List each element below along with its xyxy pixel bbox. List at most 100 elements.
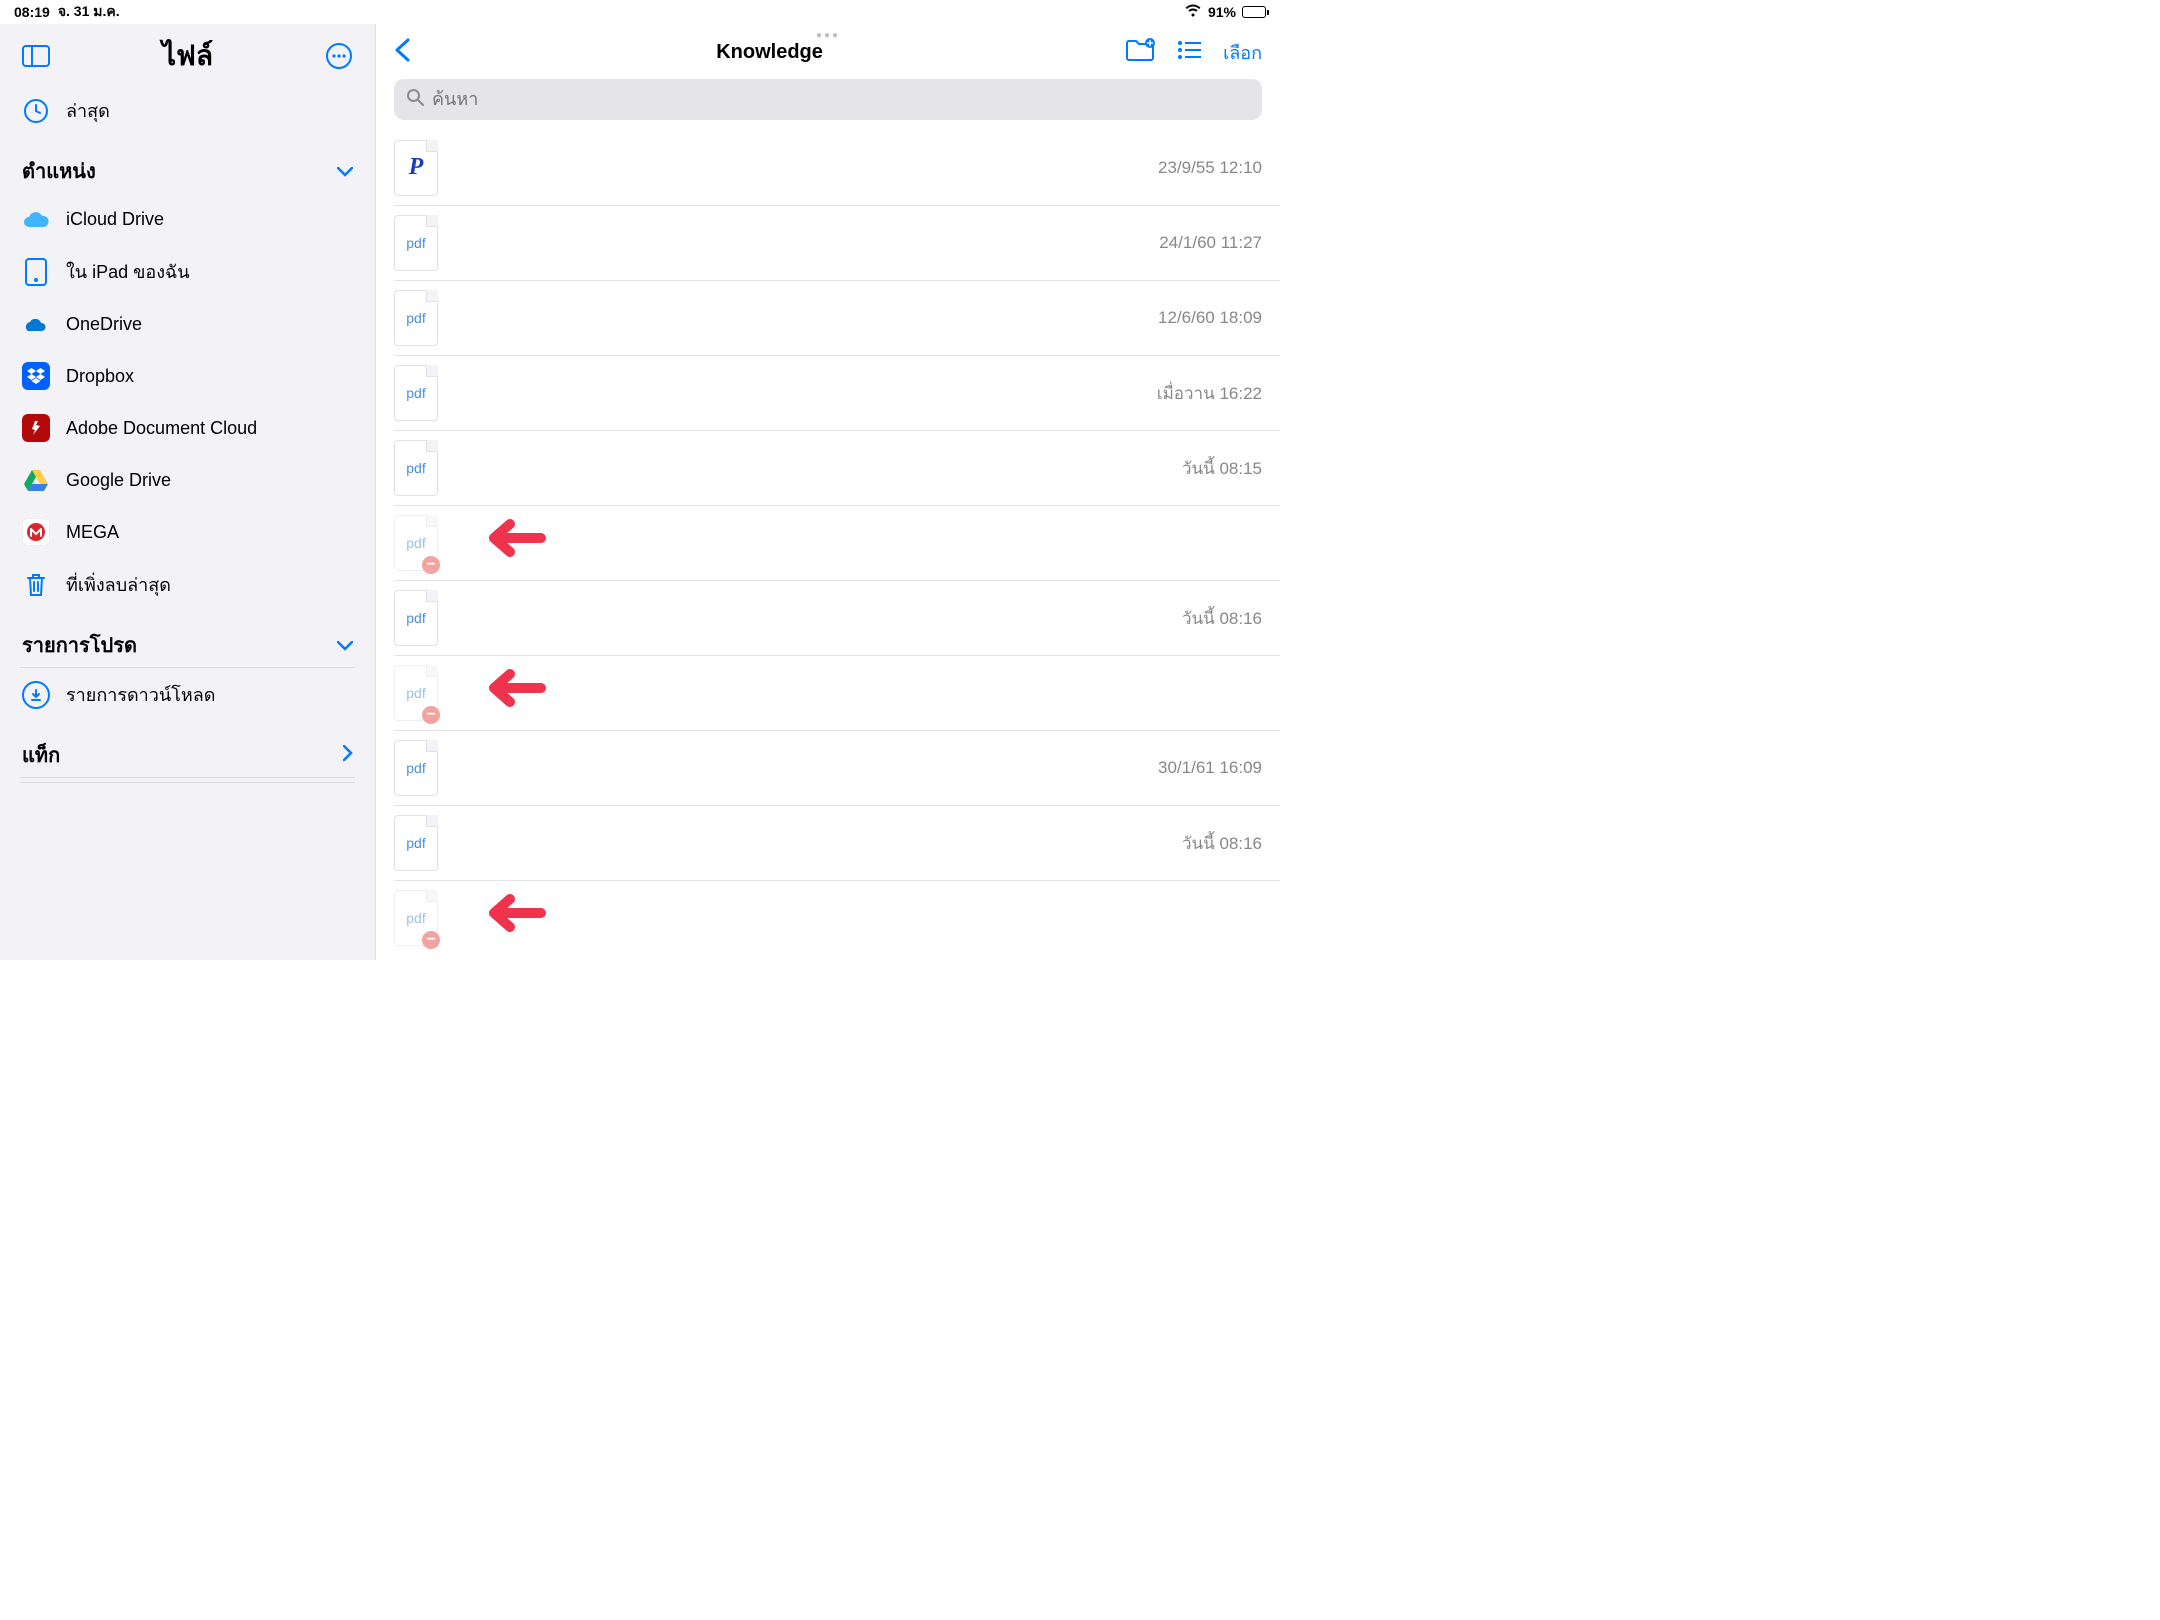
file-info [456, 149, 1140, 186]
file-row[interactable]: P 23/9/55 12:10 [394, 130, 1280, 205]
file-row[interactable]: pdf 24/1/60 11:27 [394, 205, 1280, 280]
file-thumb-pdf: pdf [394, 815, 438, 871]
file-date: วันนี้ 08:16 [1182, 605, 1262, 632]
trash-icon [22, 571, 50, 599]
file-date: 30/1/61 16:09 [1158, 758, 1262, 778]
multitask-dots-icon[interactable]: ●●● [816, 30, 840, 41]
sidebar-item-recent[interactable]: ล่าสุด [20, 84, 355, 137]
status-time: 08:19 [14, 4, 50, 20]
chevron-right-icon [343, 745, 353, 766]
sidebar-item-gdrive[interactable]: Google Drive [20, 454, 355, 506]
status-bar: 08:19 จ. 31 ม.ค. 91% [0, 0, 1280, 24]
mega-icon [22, 518, 50, 546]
file-thumb-pdf: pdf [394, 740, 438, 796]
sidebar-item-label: iCloud Drive [66, 209, 164, 230]
file-row[interactable]: pdf − [394, 505, 1280, 580]
sidebar-item-label: OneDrive [66, 314, 142, 335]
file-row[interactable]: pdf − [394, 880, 1280, 955]
sidebar-item-mega[interactable]: MEGA [20, 506, 355, 558]
file-row[interactable]: pdf วันนี้ 08:15 [394, 430, 1280, 505]
file-thumb-pdf: pdf [394, 590, 438, 646]
main-panel: ●●● Knowledge เลือก [375, 24, 1280, 960]
sidebar-item-label: Dropbox [66, 366, 134, 387]
ipad-icon [22, 258, 50, 286]
file-date: 24/1/60 11:27 [1159, 233, 1262, 253]
file-thumb-pdf: pdf [394, 290, 438, 346]
file-info [456, 450, 1164, 487]
wifi-icon [1184, 4, 1202, 21]
file-row[interactable]: pdf − [394, 655, 1280, 730]
remove-badge-icon: − [422, 556, 440, 574]
file-info [456, 900, 1244, 937]
file-info [456, 825, 1164, 862]
annotation-arrow-icon [476, 666, 546, 720]
battery-percent: 91% [1208, 4, 1236, 20]
sidebar-item-label: Adobe Document Cloud [66, 418, 257, 439]
sidebar-item-adobe[interactable]: Adobe Document Cloud [20, 402, 355, 454]
file-row[interactable]: pdf 12/6/60 18:09 [394, 280, 1280, 355]
icloud-icon [22, 205, 50, 233]
file-row[interactable]: pdf วันนี้ 08:16 [394, 805, 1280, 880]
clock-icon [22, 97, 50, 125]
download-icon [22, 681, 50, 709]
locations-header[interactable]: ตำแหน่ง [20, 137, 355, 193]
more-icon[interactable] [325, 42, 353, 70]
remove-badge-icon: − [422, 931, 440, 949]
sidebar-item-label: ใน iPad ของฉัน [66, 257, 190, 286]
gdrive-icon [22, 466, 50, 494]
file-info [456, 750, 1140, 787]
file-row[interactable]: pdf เมื่อวาน 16:22 [394, 355, 1280, 430]
sidebar-item-downloads[interactable]: รายการดาวน์โหลด [20, 668, 355, 721]
dropbox-icon [22, 362, 50, 390]
chevron-down-icon [337, 635, 353, 656]
sidebar-item-label: MEGA [66, 522, 119, 543]
status-date: จ. 31 ม.ค. [58, 1, 120, 23]
search-field[interactable] [394, 79, 1262, 120]
file-thumb-p: P [394, 140, 438, 196]
file-thumb-pdf: pdf [394, 440, 438, 496]
file-thumb-pdf: pdf [394, 215, 438, 271]
onedrive-icon [22, 310, 50, 338]
tags-header[interactable]: แท็ก [20, 721, 355, 778]
search-input[interactable] [432, 89, 1250, 110]
annotation-arrow-icon [476, 891, 546, 945]
new-folder-icon[interactable] [1125, 38, 1155, 67]
sidebar-item-label: รายการดาวน์โหลด [66, 680, 215, 709]
file-date: เมื่อวาน 16:22 [1157, 380, 1262, 407]
file-info [456, 525, 1244, 562]
sidebar-item-dropbox[interactable]: Dropbox [20, 350, 355, 402]
annotation-arrow-icon [476, 516, 546, 570]
file-row[interactable]: pdf วันนี้ 08:16 [394, 580, 1280, 655]
file-info [456, 375, 1139, 412]
sidebar: ไฟล์ ล่าสุด ตำแหน่ง [0, 24, 375, 960]
sidebar-item-ipad[interactable]: ใน iPad ของฉัน [20, 245, 355, 298]
file-thumb-pdf: pdf [394, 365, 438, 421]
sidebar-item-label: Google Drive [66, 470, 171, 491]
list-view-icon[interactable] [1177, 40, 1201, 65]
sidebar-toggle-icon[interactable] [22, 45, 50, 67]
favorites-header[interactable]: รายการโปรด [20, 611, 355, 668]
select-button[interactable]: เลือก [1223, 38, 1262, 67]
sidebar-item-label: ล่าสุด [66, 96, 110, 125]
file-row[interactable]: pdf 30/1/61 16:09 [394, 730, 1280, 805]
remove-badge-icon: − [422, 706, 440, 724]
sidebar-item-trash[interactable]: ที่เพิ่งลบล่าสุด [20, 558, 355, 611]
battery-icon [1242, 6, 1266, 18]
file-date: 23/9/55 12:10 [1158, 158, 1262, 178]
adobe-icon [22, 414, 50, 442]
file-info [456, 300, 1140, 337]
file-date: วันนี้ 08:15 [1182, 455, 1262, 482]
file-date: 12/6/60 18:09 [1158, 308, 1262, 328]
search-icon [406, 88, 424, 111]
file-info [456, 225, 1141, 262]
sidebar-title: ไฟล์ [162, 34, 213, 78]
file-list: P 23/9/55 12:10pdf 24/1/60 11:27pdf 12/6… [376, 130, 1280, 960]
chevron-down-icon [337, 161, 353, 182]
folder-title: Knowledge [414, 41, 1125, 64]
sidebar-item-onedrive[interactable]: OneDrive [20, 298, 355, 350]
file-date: วันนี้ 08:16 [1182, 830, 1262, 857]
back-button[interactable] [394, 38, 414, 67]
sidebar-item-icloud[interactable]: iCloud Drive [20, 193, 355, 245]
file-info [456, 675, 1244, 712]
sidebar-item-label: ที่เพิ่งลบล่าสุด [66, 570, 171, 599]
